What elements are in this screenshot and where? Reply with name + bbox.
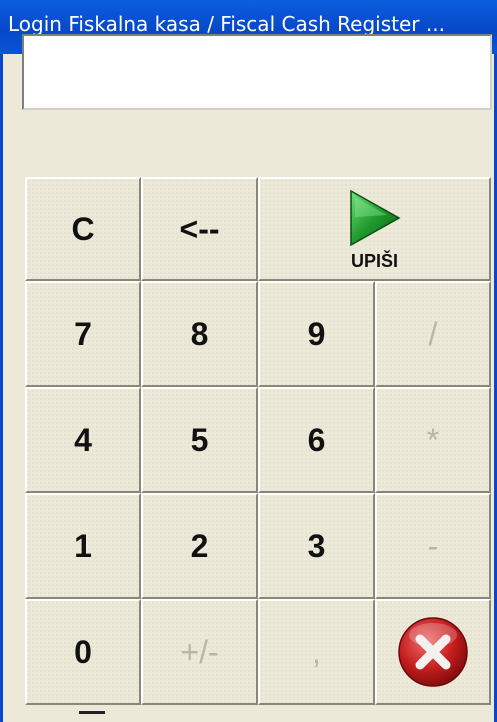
key-5[interactable]: 5 (141, 387, 258, 493)
key-6[interactable]: 6 (258, 387, 375, 493)
key-8[interactable]: 8 (141, 281, 258, 387)
display-field[interactable] (22, 34, 492, 110)
enter-label: UPIŠI (350, 250, 398, 271)
plus-minus-button[interactable]: +/- (141, 599, 258, 705)
play-arrow-icon (349, 189, 401, 246)
key-7[interactable]: 7 (25, 281, 141, 387)
backspace-button[interactable]: <-- (141, 177, 258, 281)
close-x-icon (398, 617, 468, 687)
key-4[interactable]: 4 (25, 387, 141, 493)
key-3[interactable]: 3 (258, 493, 375, 599)
key-1[interactable]: 1 (25, 493, 141, 599)
clear-button[interactable]: C (25, 177, 141, 281)
minus-button[interactable]: - (375, 493, 491, 599)
enter-button[interactable]: UPIŠI (258, 177, 491, 281)
key-2[interactable]: 2 (141, 493, 258, 599)
cancel-button[interactable] (375, 599, 491, 705)
multiply-button[interactable]: * (375, 387, 491, 493)
login-window: Login Fiskalna kasa / Fiscal Cash Regist… (0, 0, 497, 722)
key-0[interactable]: 0 (25, 599, 141, 705)
focus-indicator (79, 711, 105, 714)
divide-button[interactable]: / (375, 281, 491, 387)
comma-button[interactable]: , (258, 599, 375, 705)
key-9[interactable]: 9 (258, 281, 375, 387)
